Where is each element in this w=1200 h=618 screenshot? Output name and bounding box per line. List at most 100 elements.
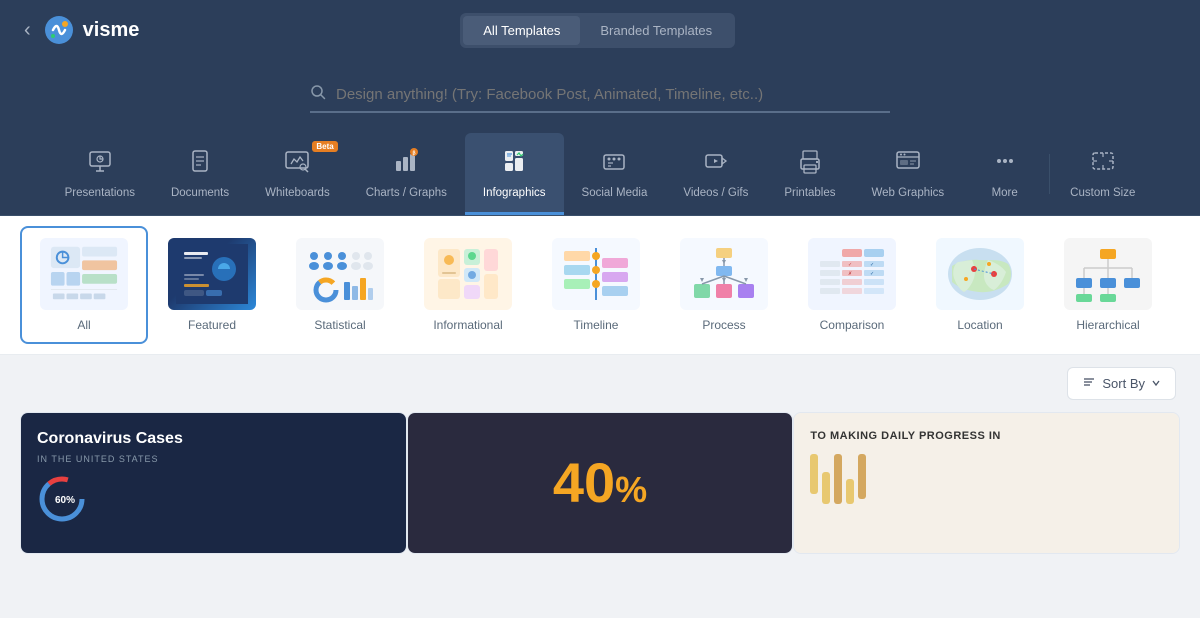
chart-icon: β <box>392 147 420 179</box>
logo-text: visme <box>83 19 140 42</box>
beta-badge: Beta <box>312 141 337 152</box>
template-tabs: All Templates Branded Templates <box>460 13 735 48</box>
type-all-thumb <box>40 238 128 310</box>
percent-symbol: % <box>615 469 647 510</box>
percent-display: 40% <box>553 450 647 515</box>
svg-text:60%: 60% <box>55 495 75 506</box>
sort-label: Sort By <box>1102 376 1145 391</box>
cat-web[interactable]: Web Graphics <box>854 133 963 215</box>
type-hierarchical[interactable]: Hierarchical <box>1044 226 1172 344</box>
cat-presentations[interactable]: Presentations <box>47 133 153 215</box>
documents-label: Documents <box>171 187 229 201</box>
type-location-label: Location <box>957 318 1002 332</box>
infographic-icon <box>500 147 528 179</box>
type-all-label: All <box>77 318 90 332</box>
type-all[interactable]: All <box>20 226 148 344</box>
type-featured-thumb <box>168 238 256 310</box>
type-timeline-label: Timeline <box>574 318 619 332</box>
type-featured-label: Featured <box>188 318 236 332</box>
social-icon <box>600 147 628 179</box>
type-hierarchical-label: Hierarchical <box>1076 318 1139 332</box>
cat-whiteboards[interactable]: Beta Whiteboards <box>247 133 348 215</box>
cat-more[interactable]: More <box>962 133 1047 215</box>
web-label: Web Graphics <box>872 187 945 201</box>
type-featured[interactable]: Featured <box>148 226 276 344</box>
whiteboard-icon <box>283 147 311 179</box>
template-card-inner-covid: Coronavirus Cases IN THE UNITED STATES 6… <box>21 413 406 553</box>
type-informational[interactable]: Informational <box>404 226 532 344</box>
covid-title: Coronavirus Cases <box>37 429 183 450</box>
branded-templates-tab[interactable]: Branded Templates <box>580 16 732 45</box>
covid-chart: 60% <box>37 474 97 524</box>
bar-2 <box>822 472 830 504</box>
print-icon <box>796 147 824 179</box>
template-card-inner-percent: 40% <box>408 413 793 553</box>
cat-videos[interactable]: Videos / Gifs <box>665 133 766 215</box>
category-divider <box>1049 154 1050 194</box>
template-card-progress[interactable]: TO MAKING DAILY PROGRESS IN <box>793 412 1180 554</box>
type-location-thumb <box>936 238 1024 310</box>
sort-button[interactable]: Sort By <box>1067 367 1176 400</box>
category-nav: Presentations Documents Beta Whiteboards <box>0 133 1200 216</box>
search-icon <box>310 84 326 105</box>
main-content: Sort By Coronavirus Cases IN THE UNITED … <box>0 355 1200 554</box>
custom-label: Custom Size <box>1070 187 1135 201</box>
svg-text:✓: ✓ <box>848 262 852 268</box>
covid-subtitle: IN THE UNITED STATES <box>37 454 159 464</box>
logo-icon <box>43 14 75 46</box>
social-label: Social Media <box>582 187 648 201</box>
svg-text:✓: ✓ <box>870 262 874 268</box>
type-location[interactable]: Location <box>916 226 1044 344</box>
template-card-covid[interactable]: Coronavirus Cases IN THE UNITED STATES 6… <box>20 412 407 554</box>
cat-charts[interactable]: β Charts / Graphs <box>348 133 465 215</box>
cat-infographics[interactable]: Infographics <box>465 133 564 215</box>
card-covid-content: Coronavirus Cases IN THE UNITED STATES 6… <box>21 413 406 553</box>
svg-text:β: β <box>413 151 416 157</box>
type-timeline[interactable]: Timeline <box>532 226 660 344</box>
search-section <box>0 60 1200 133</box>
custom-icon <box>1089 147 1117 179</box>
card-progress-content: TO MAKING DAILY PROGRESS IN <box>794 413 1179 553</box>
document-icon <box>186 147 214 179</box>
presentations-label: Presentations <box>65 187 135 201</box>
printables-label: Printables <box>784 187 835 201</box>
type-statistical-label: Statistical <box>314 318 365 332</box>
template-card-inner-progress: TO MAKING DAILY PROGRESS IN <box>794 413 1179 553</box>
type-informational-thumb <box>424 238 512 310</box>
infographics-label: Infographics <box>483 187 546 201</box>
type-comparison[interactable]: ✓ ✓ ✗ ✓ Comparison <box>788 226 916 344</box>
back-button[interactable]: ‹ <box>24 19 31 42</box>
all-templates-tab[interactable]: All Templates <box>463 16 580 45</box>
type-process-thumb <box>680 238 768 310</box>
template-card-percent[interactable]: 40% <box>407 412 794 554</box>
percent-value: 40 <box>553 451 615 514</box>
type-hierarchical-thumb <box>1064 238 1152 310</box>
progress-bars <box>810 454 1163 504</box>
more-label: More <box>992 187 1018 201</box>
templates-grid: Coronavirus Cases IN THE UNITED STATES 6… <box>0 412 1200 554</box>
cat-documents[interactable]: Documents <box>153 133 247 215</box>
whiteboards-label: Whiteboards <box>265 187 330 201</box>
bar-4 <box>846 479 854 504</box>
header: ‹ visme All Templates Branded Templates <box>0 0 1200 60</box>
cat-printables[interactable]: Printables <box>766 133 853 215</box>
video-icon <box>702 147 730 179</box>
type-informational-label: Informational <box>433 318 502 332</box>
more-icon <box>991 147 1019 179</box>
type-comparison-label: Comparison <box>820 318 885 332</box>
presentation-icon <box>86 147 114 179</box>
type-statistical-thumb <box>296 238 384 310</box>
type-timeline-thumb <box>552 238 640 310</box>
type-statistical[interactable]: Statistical <box>276 226 404 344</box>
sort-chevron-icon <box>1151 376 1161 391</box>
cat-custom[interactable]: Custom Size <box>1052 133 1153 215</box>
charts-label: Charts / Graphs <box>366 187 447 201</box>
bar-5 <box>858 454 866 499</box>
cat-social[interactable]: Social Media <box>564 133 666 215</box>
type-process[interactable]: Process <box>660 226 788 344</box>
bar-3 <box>834 454 842 504</box>
search-bar <box>310 78 890 113</box>
svg-text:✗: ✗ <box>848 271 852 277</box>
logo: visme <box>43 14 140 46</box>
search-input[interactable] <box>336 86 890 103</box>
